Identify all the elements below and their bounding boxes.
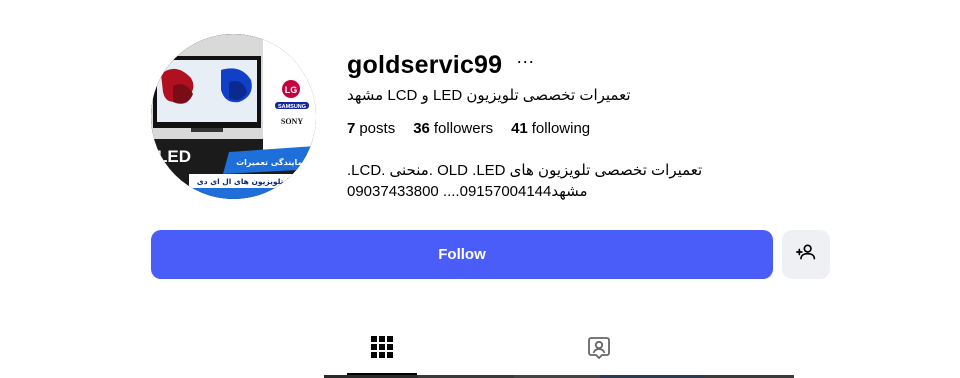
followers-stat[interactable]: 36 followers	[413, 120, 493, 137]
brand-samsung-logo: SAMSUNG	[278, 104, 306, 110]
tab-tagged[interactable]	[564, 335, 634, 375]
bio: تعمیرات تخصصی تلویزیون های OLD .LED .منح…	[347, 160, 702, 202]
tagged-person-icon	[586, 335, 612, 366]
following-label: following	[531, 120, 591, 137]
profile-page: LG SAMSUNG SONY LED نمایندگی تعمیرات تلو…	[0, 0, 960, 378]
profile-avatar[interactable]: LG SAMSUNG SONY LED نمایندگی تعمیرات تلو…	[151, 34, 316, 199]
following-stat[interactable]: 41 following	[511, 120, 590, 137]
led-label: LED	[157, 147, 191, 166]
more-options-button[interactable]: ···	[516, 52, 534, 70]
avatar-image: LG SAMSUNG SONY LED نمایندگی تعمیرات تلو…	[151, 34, 316, 199]
brand-sony-logo: SONY	[281, 117, 303, 126]
bio-line-2: 09037433800 ....09157004144مشهد	[347, 183, 588, 200]
followers-count: 36	[413, 120, 430, 137]
avatar-banner-line2: تلویزیون های ال ای دی (LED)	[197, 177, 309, 186]
username-row: goldservic99 ···	[347, 48, 847, 82]
profile-header: goldservic99 ··· تعمیرات تخصصی تلویزیون …	[347, 48, 847, 201]
posts-label: posts	[359, 120, 396, 137]
brand-lg-logo: LG	[285, 85, 298, 95]
posts-count: 7	[347, 120, 356, 137]
bio-line-1: تعمیرات تخصصی تلویزیون های OLD .LED .منح…	[347, 162, 703, 179]
avatar-banner-line1: نمایندگی تعمیرات	[236, 157, 306, 167]
profile-stats: 7 posts 36 followers 41 following	[347, 120, 608, 137]
grid-icon	[370, 335, 394, 364]
following-count: 41	[511, 120, 528, 137]
suggested-accounts-button[interactable]	[782, 230, 830, 279]
follow-button[interactable]: Follow	[151, 230, 773, 279]
followers-label: followers	[433, 120, 494, 137]
full-name: تعمیرات تخصصی تلویزیون LED و LCD مشهد	[347, 87, 631, 104]
posts-stat: 7 posts	[347, 120, 395, 137]
person-add-icon	[796, 242, 816, 267]
tab-posts[interactable]	[347, 335, 417, 375]
username: goldservic99	[347, 50, 503, 79]
